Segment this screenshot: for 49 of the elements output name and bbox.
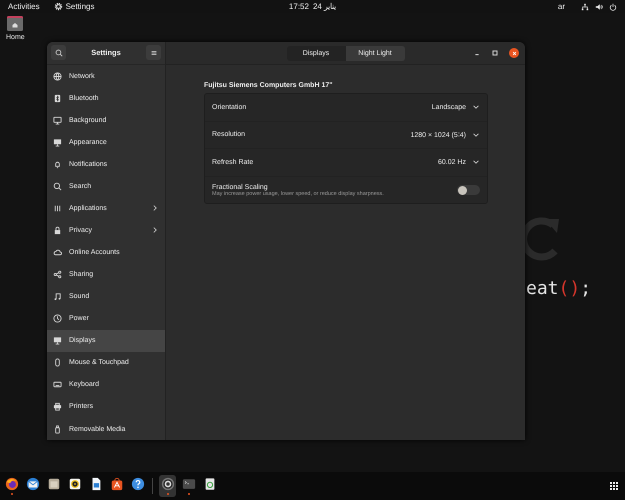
clock-time[interactable]: 17:52 <box>288 2 309 11</box>
close-button[interactable] <box>509 48 519 58</box>
keyboard-icon <box>53 380 62 390</box>
search-button[interactable] <box>51 45 66 60</box>
music-note-icon <box>53 292 62 302</box>
activities-button[interactable]: Activities <box>8 2 40 11</box>
maximize-button[interactable] <box>491 49 499 57</box>
search-icon <box>54 48 62 57</box>
share-icon <box>53 270 62 280</box>
toggle-switch[interactable] <box>457 185 480 196</box>
menu-icon <box>150 48 158 57</box>
close-icon <box>510 50 518 56</box>
app-menu[interactable]: Settings <box>66 2 94 11</box>
folder-home-icon <box>6 15 24 32</box>
chevron-down-icon <box>472 103 480 112</box>
cloud-icon <box>53 248 62 257</box>
language-indicator[interactable]: ar <box>558 2 565 11</box>
speaker-icon <box>595 2 603 10</box>
disc-icon <box>68 477 82 491</box>
chevron-right-icon <box>151 204 159 212</box>
envelope-icon <box>26 477 40 491</box>
drive-icon <box>53 424 62 434</box>
grid-icon <box>609 481 619 491</box>
monitor-icon <box>53 138 62 147</box>
monitor-icon <box>53 116 62 125</box>
terminal-icon <box>182 477 196 491</box>
wallpaper-code-text: eat(); <box>526 278 592 299</box>
bluetooth-icon <box>53 94 62 103</box>
gear-icon <box>54 2 63 11</box>
clock-date[interactable]: 24 يناير <box>312 2 336 11</box>
printer-icon <box>53 402 62 412</box>
dock-item[interactable] <box>159 475 176 497</box>
chevron-down-icon <box>472 158 480 166</box>
lock-icon <box>53 226 62 235</box>
help-icon <box>130 477 144 491</box>
network-icon <box>581 2 589 10</box>
monitor-icon <box>53 336 62 346</box>
chevron-down-icon <box>472 130 480 139</box>
target-icon <box>160 477 174 491</box>
chevron-right-icon <box>151 226 159 234</box>
bell-icon <box>53 160 62 169</box>
menu-button[interactable] <box>146 45 161 60</box>
dock-item[interactable] <box>3 475 20 497</box>
maximize-icon <box>491 49 499 57</box>
bars-icon <box>53 204 62 213</box>
mouse-icon <box>53 358 62 368</box>
app-grid-button[interactable] <box>609 481 619 491</box>
shopping-bag-icon <box>110 477 124 491</box>
search-icon <box>53 182 62 191</box>
